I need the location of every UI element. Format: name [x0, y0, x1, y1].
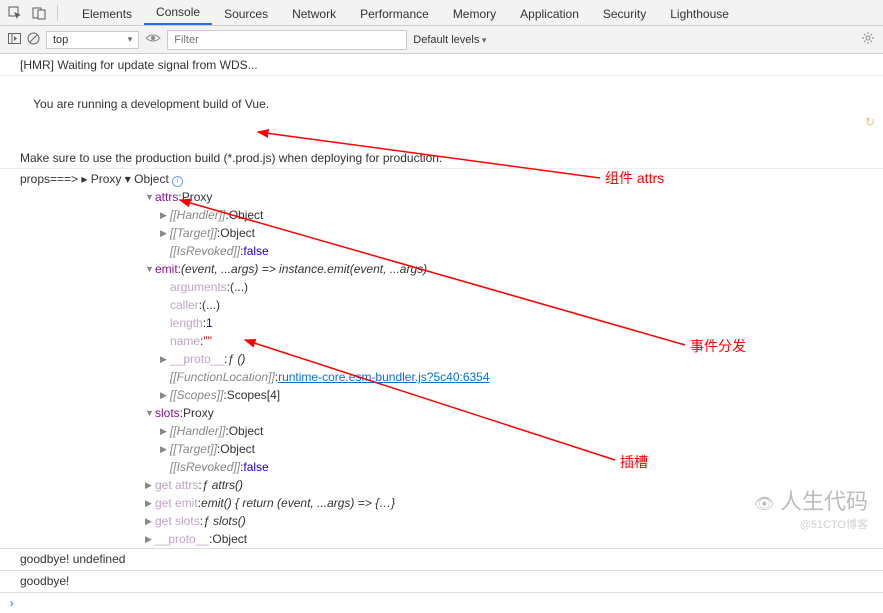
tree-node[interactable]: [[Handler]]: Object: [0, 206, 883, 224]
tree-node-slots[interactable]: slots: Proxy: [0, 404, 883, 422]
tree-node[interactable]: get emit: emit() { return (event, ...arg…: [0, 494, 883, 512]
tree-node[interactable]: get attrs: ƒ attrs(): [0, 476, 883, 494]
tree-node[interactable]: [[Target]]: Object: [0, 224, 883, 242]
tree-node[interactable]: arguments: (...): [0, 278, 883, 296]
annotation-label: 事件分发: [690, 336, 746, 356]
inspect-icon[interactable]: [5, 3, 25, 23]
devtools-toolbar: Elements Console Sources Network Perform…: [0, 0, 883, 26]
tab-security[interactable]: Security: [591, 2, 658, 25]
tab-network[interactable]: Network: [280, 2, 348, 25]
tree-node[interactable]: get slots: ƒ slots(): [0, 512, 883, 530]
console-output: [HMR] Waiting for update signal from WDS…: [0, 54, 883, 548]
tree-node[interactable]: [[Handler]]: Object: [0, 422, 883, 440]
settings-gear-icon[interactable]: [861, 31, 875, 48]
tree-node[interactable]: name: "": [0, 332, 883, 350]
context-selector[interactable]: top: [46, 31, 139, 49]
tree-node-attrs[interactable]: attrs: Proxy: [0, 188, 883, 206]
log-line: You are running a development build of V…: [0, 77, 883, 149]
log-line: goodbye! undefined: [0, 548, 883, 570]
tree-node-emit[interactable]: emit: (event, ...args) => instance.emit(…: [0, 260, 883, 278]
tree-node[interactable]: [[IsRevoked]]: false: [0, 242, 883, 260]
log-line: Make sure to use the production build (*…: [0, 149, 883, 167]
info-icon[interactable]: i: [172, 176, 183, 187]
tab-lighthouse[interactable]: Lighthouse: [658, 2, 741, 25]
tab-application[interactable]: Application: [508, 2, 591, 25]
clear-console-icon[interactable]: [27, 32, 40, 48]
tree-node[interactable]: length: 1: [0, 314, 883, 332]
console-prompt[interactable]: ›: [0, 592, 883, 613]
annotation-label: 插槽: [620, 452, 648, 472]
log-line: [HMR] Waiting for update signal from WDS…: [0, 56, 883, 74]
watermark: 👁 人生代码 @51CTO博客: [754, 484, 868, 532]
tree-node[interactable]: [[Target]]: Object: [0, 440, 883, 458]
tree-node[interactable]: caller: (...): [0, 296, 883, 314]
sidebar-toggle-icon[interactable]: [8, 32, 21, 48]
device-toggle-icon[interactable]: [29, 3, 49, 23]
source-link[interactable]: runtime-core.esm-bundler.js?5c40:6354: [278, 368, 489, 386]
filter-input[interactable]: [167, 30, 407, 50]
panel-tabs: Elements Console Sources Network Perform…: [70, 0, 741, 25]
tab-memory[interactable]: Memory: [441, 2, 508, 25]
log-line[interactable]: props===> ▸ Proxy ▾ Object i: [0, 170, 883, 188]
divider: [57, 5, 58, 21]
console-subbar: top Default levels: [0, 26, 883, 54]
tree-node[interactable]: [[FunctionLocation]]: runtime-core.esm-b…: [0, 368, 883, 386]
tree-node[interactable]: [[IsRevoked]]: false: [0, 458, 883, 476]
tab-console[interactable]: Console: [144, 0, 212, 25]
live-expression-icon[interactable]: [145, 32, 161, 47]
annotation-label: 组件 attrs: [605, 168, 664, 188]
log-levels-selector[interactable]: Default levels: [413, 34, 486, 46]
log-line: goodbye!: [0, 570, 883, 592]
warning-icon: ↻: [865, 113, 875, 131]
tab-elements[interactable]: Elements: [70, 2, 144, 25]
tab-sources[interactable]: Sources: [212, 2, 280, 25]
tab-performance[interactable]: Performance: [348, 2, 441, 25]
tree-node[interactable]: [[Scopes]]: Scopes[4]: [0, 386, 883, 404]
tree-node[interactable]: __proto__: Object: [0, 530, 883, 548]
tree-node[interactable]: __proto__: ƒ (): [0, 350, 883, 368]
